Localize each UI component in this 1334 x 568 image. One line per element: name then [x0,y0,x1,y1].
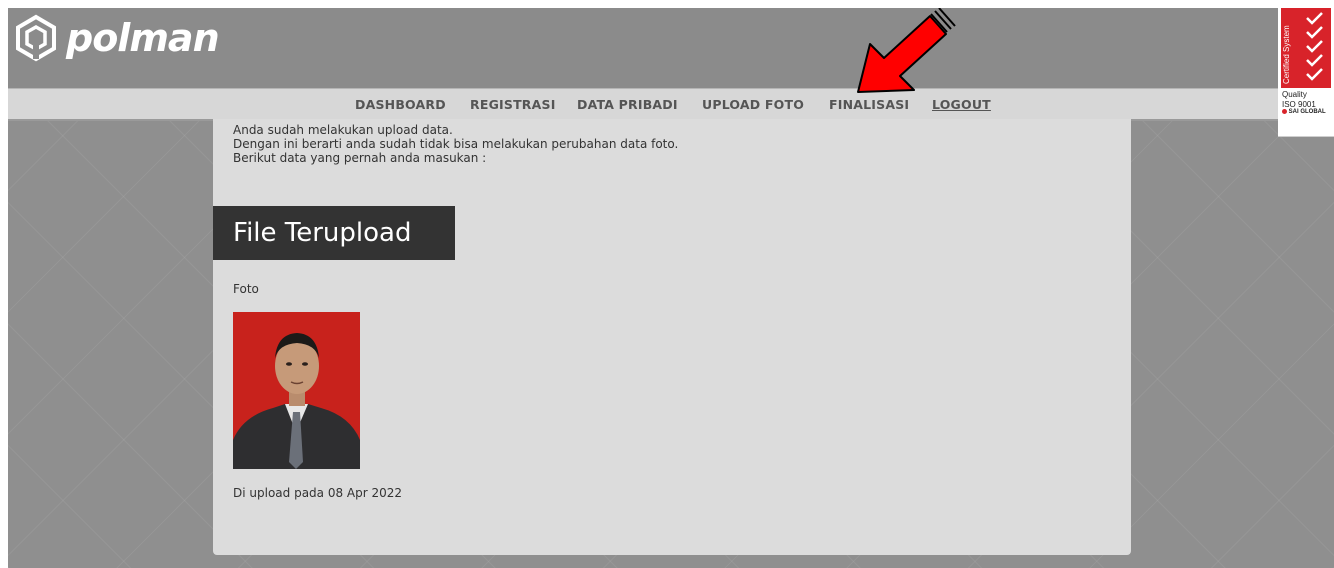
site-header: polman [8,8,1334,88]
nav-registrasi[interactable]: REGISTRASI [470,97,556,112]
uploaded-photo [233,312,360,469]
logo-text: polman [66,16,220,60]
section-title: File Terupload [213,206,455,260]
polman-hexagon-logo-icon [16,14,56,62]
nav-data-pribadi[interactable]: DATA PRIBADI [577,97,678,112]
message-line: Anda sudah melakukan upload data. [233,123,453,137]
iso-standard-label: ISO 9001 [1282,100,1316,109]
site-logo[interactable]: polman [12,14,220,62]
content-panel: Anda sudah melakukan upload data. Dengan… [213,119,1131,555]
red-arrow-icon [857,8,956,93]
message-line: Dengan ini berarti anda sudah tidak bisa… [233,137,679,151]
iso-certification-badge: Certified System Quality ISO 9001 SAI GL… [1278,8,1334,137]
page-frame: polman DASHBOARD REGISTRASI DATA PRIBADI… [8,8,1334,568]
iso-certifier-label: SAI GLOBAL [1282,109,1326,115]
upload-status-message: Anda sudah melakukan upload data. Dengan… [233,123,678,165]
person-portrait-image [233,312,360,469]
iso-quality-label: Quality [1282,90,1307,99]
nav-upload-foto[interactable]: UPLOAD FOTO [702,97,804,112]
checkmarks-icon [1306,12,1323,81]
foto-label: Foto [233,282,259,296]
iso-certified-system-label: Certified System [1282,25,1291,84]
nav-dashboard[interactable]: DASHBOARD [355,97,446,112]
message-line: Berikut data yang pernah anda masukan : [233,151,487,165]
upload-date-text: Di upload pada 08 Apr 2022 [233,486,403,500]
main-nav: DASHBOARD REGISTRASI DATA PRIBADI UPLOAD… [8,88,1334,121]
